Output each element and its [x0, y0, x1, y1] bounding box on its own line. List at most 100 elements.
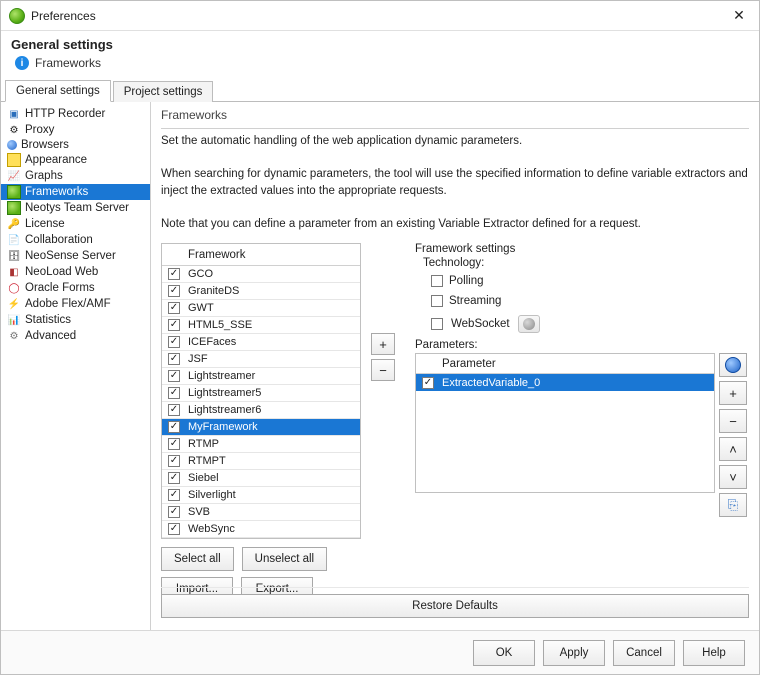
framework-row[interactable]: SVB: [162, 504, 360, 521]
sidebar-item-advanced[interactable]: Advanced: [1, 328, 150, 344]
sidebar-item-browsers[interactable]: Browsers: [1, 138, 150, 152]
framework-name: Lightstreamer5: [186, 387, 360, 399]
sidebar-item-collaboration[interactable]: Collaboration: [1, 232, 150, 248]
sidebar-item-label: Oracle Forms: [25, 282, 95, 294]
framework-checkbox[interactable]: [168, 319, 180, 331]
add-framework-button[interactable]: +: [371, 333, 395, 355]
sidebar-item-proxy[interactable]: Proxy: [1, 122, 150, 138]
select-all-button[interactable]: Select all: [161, 547, 234, 571]
framework-row[interactable]: JSF: [162, 351, 360, 368]
copy-parameter-button[interactable]: [719, 493, 747, 517]
framework-checkbox[interactable]: [168, 455, 180, 467]
framework-row[interactable]: WebSync: [162, 521, 360, 538]
sidebar-item-adobe-flex-amf[interactable]: Adobe Flex/AMF: [1, 296, 150, 312]
framework-row[interactable]: HTML5_SSE: [162, 317, 360, 334]
framework-row[interactable]: GCO: [162, 266, 360, 283]
framework-row[interactable]: Siebel: [162, 470, 360, 487]
framework-row[interactable]: RTMP: [162, 436, 360, 453]
parameters-label: Parameters:: [415, 339, 749, 351]
add-parameter-button[interactable]: +: [719, 381, 747, 405]
dialog-footer: OK Apply Cancel Help: [1, 630, 759, 674]
note-icon: [7, 233, 21, 247]
sidebar-item-graphs[interactable]: Graphs: [1, 168, 150, 184]
framework-checkbox[interactable]: [168, 489, 180, 501]
main-panel: Frameworks Set the automatic handling of…: [151, 102, 759, 630]
header-strip: General settings i Frameworks: [1, 31, 759, 74]
framework-row[interactable]: Lightstreamer: [162, 368, 360, 385]
framework-checkbox[interactable]: [168, 302, 180, 314]
sidebar-item-frameworks[interactable]: Frameworks: [1, 184, 150, 200]
adv-icon: [7, 329, 21, 343]
framework-name: GWT: [186, 302, 360, 314]
close-button[interactable]: ✕: [727, 7, 751, 24]
framework-row[interactable]: GWT: [162, 300, 360, 317]
sidebar-item-statistics[interactable]: Statistics: [1, 312, 150, 328]
polling-checkbox[interactable]: [431, 275, 443, 287]
technology-label: Technology:: [423, 257, 749, 269]
sidebar-item-neotys-team-server[interactable]: Neotys Team Server: [1, 200, 150, 216]
framework-checkbox[interactable]: [168, 336, 180, 348]
unselect-all-button[interactable]: Unselect all: [242, 547, 327, 571]
remove-parameter-button[interactable]: −: [719, 409, 747, 433]
parameter-list[interactable]: ExtractedVariable_0: [416, 374, 714, 391]
websocket-checkbox[interactable]: [431, 318, 443, 330]
cancel-button[interactable]: Cancel: [613, 640, 675, 666]
sidebar-item-label: Browsers: [21, 139, 69, 151]
sidebar-item-appearance[interactable]: Appearance: [1, 152, 150, 168]
sidebar-item-label: Neotys Team Server: [25, 202, 129, 214]
db-icon: [7, 249, 21, 263]
framework-row[interactable]: Lightstreamer5: [162, 385, 360, 402]
parameter-wizard-button[interactable]: [719, 353, 747, 377]
framework-checkbox[interactable]: [168, 523, 180, 535]
tab-project-settings[interactable]: Project settings: [113, 81, 214, 102]
stats-icon: [7, 313, 21, 327]
framework-checkbox[interactable]: [168, 285, 180, 297]
restore-defaults-button[interactable]: Restore Defaults: [161, 594, 749, 618]
help-button[interactable]: Help: [683, 640, 745, 666]
sidebar-item-license[interactable]: License: [1, 216, 150, 232]
framework-checkbox[interactable]: [168, 438, 180, 450]
framework-name: GraniteDS: [186, 285, 360, 297]
framework-checkbox[interactable]: [168, 421, 180, 433]
framework-checkbox[interactable]: [168, 353, 180, 365]
framework-table-header: Framework: [162, 244, 360, 266]
framework-checkbox[interactable]: [168, 404, 180, 416]
framework-name: GCO: [186, 268, 360, 280]
framework-name: HTML5_SSE: [186, 319, 360, 331]
parameter-name: ExtractedVariable_0: [440, 377, 714, 389]
framework-name: ICEFaces: [186, 336, 360, 348]
remove-framework-button[interactable]: −: [371, 359, 395, 381]
streaming-checkbox[interactable]: [431, 295, 443, 307]
parameter-checkbox[interactable]: [422, 377, 434, 389]
move-parameter-up-button[interactable]: [719, 437, 747, 461]
sidebar-item-http-recorder[interactable]: HTTP Recorder: [1, 106, 150, 122]
tab-general-settings[interactable]: General settings: [5, 80, 111, 102]
sidebar-item-neosense-server[interactable]: NeoSense Server: [1, 248, 150, 264]
websocket-icon-button[interactable]: [518, 315, 540, 333]
sidebar-item-label: Advanced: [25, 330, 76, 342]
ok-button[interactable]: OK: [473, 640, 535, 666]
framework-row[interactable]: Lightstreamer6: [162, 402, 360, 419]
parameter-row[interactable]: ExtractedVariable_0: [416, 374, 714, 391]
sidebar-item-oracle-forms[interactable]: Oracle Forms: [1, 280, 150, 296]
fw-icon: [7, 201, 21, 215]
framework-row[interactable]: GraniteDS: [162, 283, 360, 300]
framework-checkbox[interactable]: [168, 506, 180, 518]
framework-row[interactable]: MyFramework: [162, 419, 360, 436]
framework-checkbox[interactable]: [168, 268, 180, 280]
ring-icon: [7, 281, 21, 295]
sidebar-item-label: Statistics: [25, 314, 71, 326]
framework-checkbox[interactable]: [168, 370, 180, 382]
framework-checkbox[interactable]: [168, 387, 180, 399]
framework-checkbox[interactable]: [168, 472, 180, 484]
framework-settings-heading: Framework settings: [415, 243, 749, 255]
sidebar-item-neoload-web[interactable]: NeoLoad Web: [1, 264, 150, 280]
sidebar-item-label: Collaboration: [25, 234, 93, 246]
sidebar-item-label: NeoLoad Web: [25, 266, 98, 278]
framework-list[interactable]: GCOGraniteDSGWTHTML5_SSEICEFacesJSFLight…: [162, 266, 360, 538]
framework-row[interactable]: ICEFaces: [162, 334, 360, 351]
apply-button[interactable]: Apply: [543, 640, 605, 666]
move-parameter-down-button[interactable]: [719, 465, 747, 489]
framework-row[interactable]: Silverlight: [162, 487, 360, 504]
framework-row[interactable]: RTMPT: [162, 453, 360, 470]
